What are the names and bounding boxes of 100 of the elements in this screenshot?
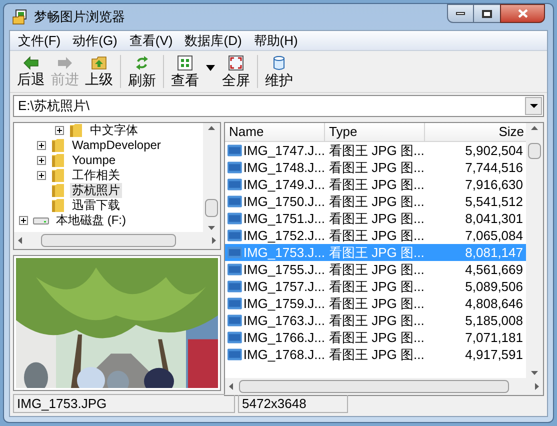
scrollbar[interactable] <box>526 123 543 378</box>
file-name: IMG_1753.J... <box>243 244 325 262</box>
toolbar-button[interactable]: 全屏 <box>219 51 253 92</box>
close-button[interactable] <box>500 4 545 23</box>
image-file-icon <box>227 348 242 361</box>
tree-item[interactable]: 本地磁盘 (F:) <box>54 213 128 228</box>
file-size: 7,065,084 <box>464 226 524 245</box>
image-file-icon <box>227 178 242 191</box>
column-header[interactable]: Type <box>325 123 425 141</box>
tree-item[interactable]: 中文字体 <box>88 123 140 138</box>
image-file-icon <box>227 263 242 276</box>
tree-item[interactable]: 苏杭照片 <box>70 183 122 198</box>
file-name: IMG_1750.J... <box>243 192 325 211</box>
expand-icon[interactable] <box>37 171 46 180</box>
file-size: 5,089,506 <box>464 278 524 296</box>
file-type: 看图王 JPG 图... <box>328 142 425 160</box>
folder-icon <box>69 123 83 138</box>
file-size: 8,041,301 <box>464 210 524 228</box>
left-arrow-icon <box>18 237 22 244</box>
scroll-thumb[interactable] <box>41 234 176 247</box>
file-row[interactable]: IMG_1751.J... 看图王 JPG 图... 8,041,301 <box>225 210 526 227</box>
scrollbar[interactable] <box>14 232 220 249</box>
file-row[interactable]: IMG_1757.J... 看图王 JPG 图... 5,089,506 <box>225 278 526 295</box>
image-file-icon <box>227 195 242 208</box>
minimize-button[interactable] <box>447 4 474 23</box>
expand-icon[interactable] <box>55 126 64 135</box>
address-field[interactable]: E:\苏杭照片\ <box>13 95 544 117</box>
drive-icon <box>33 216 49 225</box>
file-size: 4,917,591 <box>464 346 524 364</box>
image-file-icon <box>227 297 242 310</box>
folder-icon <box>51 198 65 213</box>
file-type: 看图王 JPG 图... <box>328 260 425 279</box>
folder-icon <box>51 138 65 153</box>
file-row[interactable]: IMG_1749.J... 看图王 JPG 图... 7,916,630 <box>225 176 526 193</box>
file-name: IMG_1755.J... <box>243 260 325 279</box>
file-row[interactable]: IMG_1768.J... 看图王 JPG 图... 4,917,591 <box>225 346 526 363</box>
maximize-button[interactable] <box>474 4 500 23</box>
image-file-icon <box>227 331 242 344</box>
toolbar-button[interactable]: 查看 <box>168 51 202 92</box>
file-row[interactable]: IMG_1755.J... 看图王 JPG 图... 4,561,669 <box>225 261 526 278</box>
file-size: 7,744,516 <box>464 158 524 177</box>
tree-item[interactable]: 迅雷下载 <box>70 198 122 213</box>
toolbar-button[interactable]: 刷新 <box>125 51 159 92</box>
app-icon <box>12 9 28 25</box>
file-type: 看图王 JPG 图... <box>328 226 425 245</box>
file-row[interactable]: IMG_1759.J... 看图王 JPG 图... 4,808,646 <box>225 295 526 312</box>
file-row[interactable]: IMG_1766.J... 看图王 JPG 图... 7,071,181 <box>225 329 526 346</box>
tree-item[interactable]: Youmpe <box>70 153 118 168</box>
file-size: 4,808,646 <box>464 294 524 313</box>
folder-icon <box>51 183 65 198</box>
tree-item[interactable]: WampDeveloper <box>70 138 163 153</box>
file-size: 5,902,504 <box>464 142 524 160</box>
refresh-icon <box>135 54 149 70</box>
file-size: 7,071,181 <box>464 328 524 347</box>
folder-tree[interactable]: 中文字体 WampDeveloper Youmpe 工作相关 苏杭照片 迅雷下载 本地磁盘 (F:) <box>13 122 221 250</box>
menu-item[interactable]: 文件(F) <box>12 30 67 50</box>
file-name: IMG_1759.J... <box>243 294 325 313</box>
dropdown-arrow-icon[interactable] <box>530 104 538 108</box>
menu-item[interactable]: 数据库(D) <box>178 30 248 50</box>
scrollbar[interactable] <box>203 123 220 233</box>
file-name: IMG_1748.J... <box>243 158 325 177</box>
folder-icon <box>51 153 65 168</box>
file-row[interactable]: IMG_1750.J... 看图王 JPG 图... 5,541,512 <box>225 193 526 210</box>
file-type: 看图王 JPG 图... <box>328 176 425 194</box>
scrollbar[interactable] <box>225 378 543 395</box>
menu-item[interactable]: 动作(G) <box>66 30 124 50</box>
menu-item[interactable]: 查看(V) <box>123 30 179 50</box>
right-arrow-icon <box>57 56 73 70</box>
tree-item[interactable]: 工作相关 <box>70 168 122 183</box>
toolbar-button[interactable]: 后退 <box>14 51 48 92</box>
image-file-icon <box>227 212 242 225</box>
scroll-thumb[interactable] <box>205 199 218 217</box>
toolbar-button[interactable]: 维护 <box>262 51 296 92</box>
right-arrow-icon <box>535 383 539 390</box>
down-arrow-icon <box>208 226 215 230</box>
file-list[interactable] <box>224 122 544 396</box>
file-type: 看图王 JPG 图... <box>328 158 425 177</box>
scroll-thumb[interactable] <box>528 143 541 159</box>
column-header[interactable]: Name <box>225 123 325 141</box>
expand-icon[interactable] <box>19 216 28 225</box>
file-name: IMG_1752.J... <box>243 226 325 245</box>
expand-icon[interactable] <box>37 141 46 150</box>
left-arrow-icon <box>229 383 233 390</box>
up-arrow-icon <box>208 126 215 130</box>
scroll-thumb[interactable] <box>239 380 509 393</box>
file-name: IMG_1749.J... <box>243 176 325 194</box>
file-size: 5,185,008 <box>464 312 524 330</box>
file-name: IMG_1768.J... <box>243 346 325 364</box>
expand-icon[interactable] <box>37 156 46 165</box>
file-row[interactable]: IMG_1763.J... 看图王 JPG 图... 5,185,008 <box>225 312 526 329</box>
file-row[interactable]: IMG_1752.J... 看图王 JPG 图... 7,065,084 <box>225 227 526 244</box>
toolbar-button[interactable]: 上级 <box>82 51 116 92</box>
file-type: 看图王 JPG 图... <box>328 294 425 313</box>
file-row[interactable]: IMG_1747.J... 看图王 JPG 图... 5,902,504 <box>225 142 526 159</box>
file-row[interactable]: IMG_1748.J... 看图王 JPG 图... 7,744,516 <box>225 159 526 176</box>
window-title: 梦畅图片浏览器 <box>34 8 125 26</box>
menu-item[interactable]: 帮助(H) <box>248 30 304 50</box>
down-arrow-icon <box>531 371 538 375</box>
image-file-icon <box>227 314 242 327</box>
image-file-icon <box>227 144 242 157</box>
